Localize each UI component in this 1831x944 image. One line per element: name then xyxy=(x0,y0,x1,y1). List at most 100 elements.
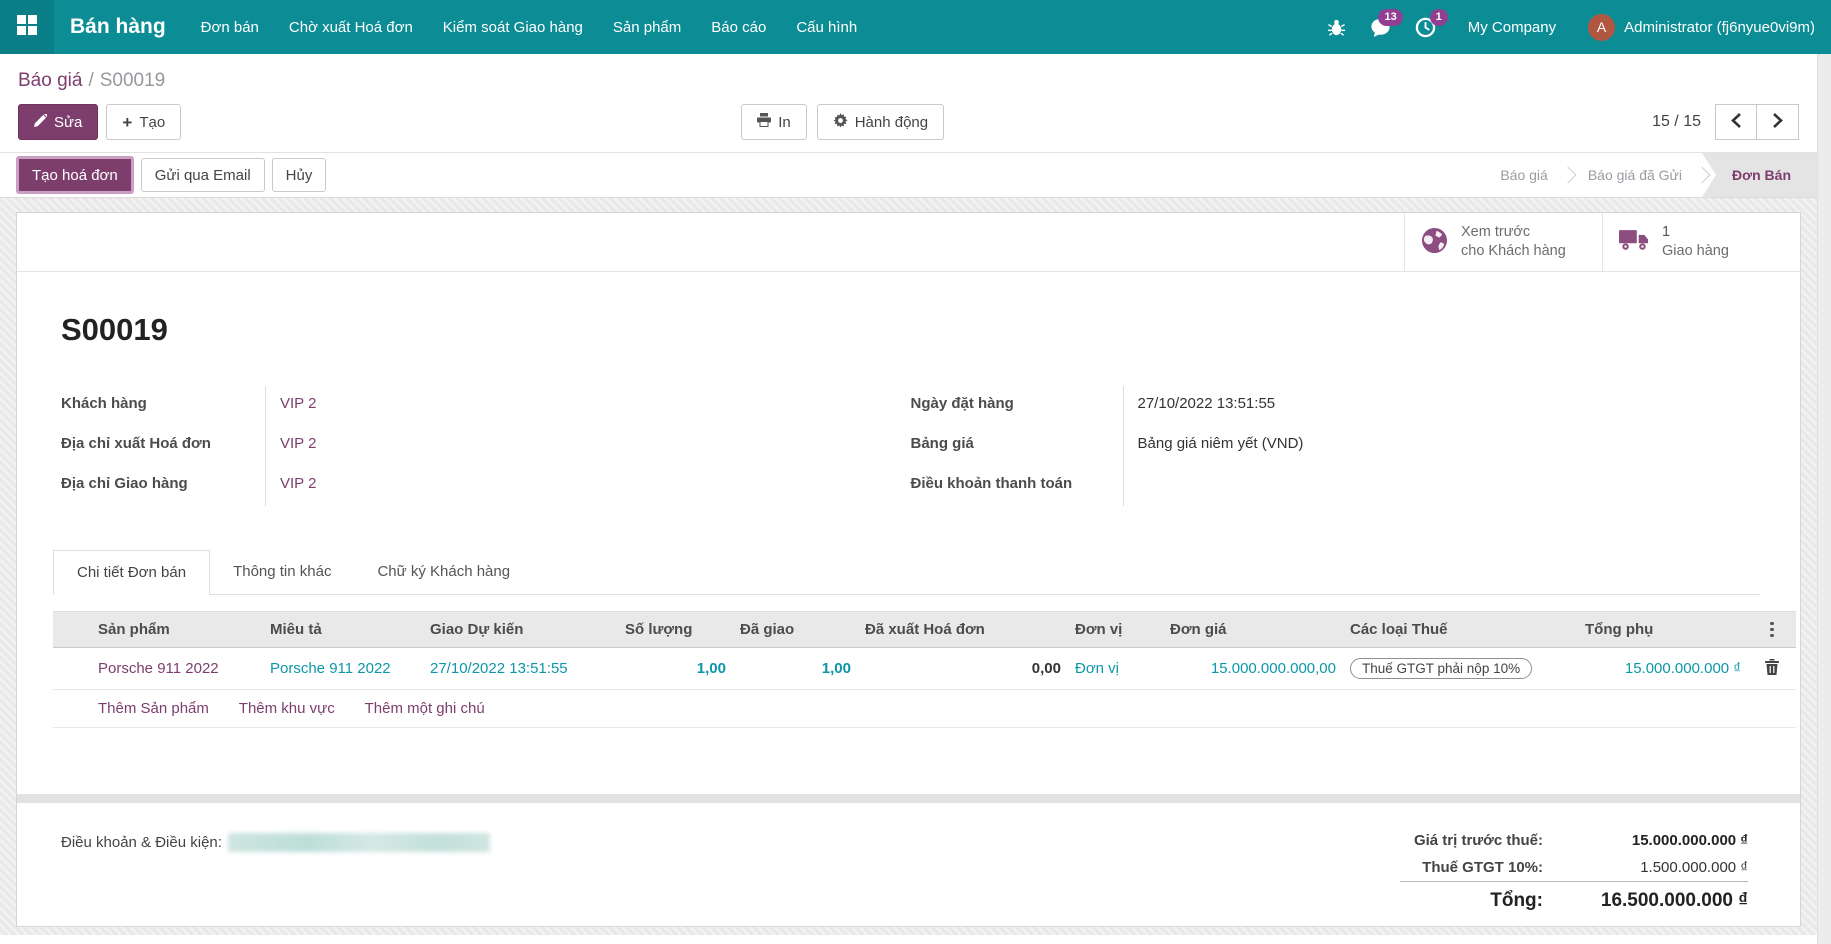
breadcrumb-quotations-link[interactable]: Báo giá xyxy=(18,70,82,91)
add-note-link[interactable]: Thêm một ghi chú xyxy=(365,700,485,717)
header-scheduled-date[interactable]: Giao Dự kiến xyxy=(423,611,618,648)
pager-next-button[interactable] xyxy=(1757,104,1799,140)
header-quantity[interactable]: Số lượng xyxy=(618,611,733,648)
header-subtotal[interactable]: Tổng phụ xyxy=(1578,611,1748,648)
header-delivered[interactable]: Đã giao xyxy=(733,611,858,648)
state-sales-order-active[interactable]: Đơn Bán xyxy=(1702,153,1817,197)
cancel-button[interactable]: Hủy xyxy=(271,158,327,192)
state-quotation[interactable]: Báo giá xyxy=(1480,153,1567,197)
user-menu[interactable]: A Administrator (fj6nyue0vi9m) xyxy=(1582,13,1821,41)
tax-amount-label: Thuế GTGT 10%: xyxy=(1422,859,1543,876)
menu-kiem-soat-giao-hang[interactable]: Kiểm soát Giao hàng xyxy=(428,0,598,54)
tax-badge: Thuế GTGT phải nộp 10% xyxy=(1350,658,1533,679)
field-value-customer[interactable]: VIP 2 xyxy=(265,386,685,426)
cell-subtotal[interactable]: 15.000.000.000 ₫ xyxy=(1578,647,1748,690)
kebab-menu-icon[interactable] xyxy=(1755,621,1789,638)
action-menu-button[interactable]: Hành động xyxy=(816,104,945,140)
field-label-payment-terms: Điều khoản thanh toán xyxy=(910,475,1073,492)
add-section-link[interactable]: Thêm khu vực xyxy=(239,700,335,717)
tab-other-info[interactable]: Thông tin khác xyxy=(210,550,354,594)
pager-counter: 15 / 15 xyxy=(1652,113,1701,130)
plus-icon: + xyxy=(122,112,133,132)
tab-order-lines[interactable]: Chi tiết Đơn bán xyxy=(53,550,211,595)
header-taxes[interactable]: Các loại Thuế xyxy=(1343,611,1578,648)
cell-delivered[interactable]: 1,00 xyxy=(733,647,858,690)
pencil-icon xyxy=(34,112,49,131)
menu-cau-hinh[interactable]: Cấu hình xyxy=(781,0,872,54)
untaxed-amount-value: 15.000.000.000 ₫ xyxy=(1631,832,1748,849)
menu-cho-xuat-hoa-don[interactable]: Chờ xuất Hoá đơn xyxy=(274,0,428,54)
cell-delete[interactable] xyxy=(1748,647,1796,690)
terms-attachment-redacted[interactable] xyxy=(227,833,490,852)
debug-bug-icon[interactable] xyxy=(1315,0,1358,54)
apps-grid-icon xyxy=(16,14,38,40)
order-line-row[interactable]: Porsche 911 2022 Porsche 911 2022 27/10/… xyxy=(53,647,1796,690)
field-label-delivery-address: Địa chỉ Giao hàng xyxy=(61,475,188,492)
cell-product[interactable]: Porsche 911 2022 xyxy=(91,647,263,690)
cell-scheduled-date[interactable]: 27/10/2022 13:51:55 xyxy=(423,647,618,690)
smart-button-box: Xem trước cho Khách hàng 1 Giao hàng xyxy=(17,213,1800,272)
app-name[interactable]: Bán hàng xyxy=(54,15,186,39)
cell-description[interactable]: Porsche 911 2022 xyxy=(263,647,423,690)
preview-label-line1: Xem trước xyxy=(1461,224,1531,241)
preview-label-line2: cho Khách hàng xyxy=(1461,243,1566,259)
messages-count-badge: 13 xyxy=(1378,9,1403,26)
breadcrumb-current: S00019 xyxy=(99,70,166,91)
pager-previous-button[interactable] xyxy=(1715,104,1757,140)
tax-amount-value: 1.500.000.000 ₫ xyxy=(1640,859,1748,876)
activities-count-badge: 1 xyxy=(1429,9,1448,26)
cell-uom[interactable]: Đơn vị xyxy=(1068,647,1163,690)
header-product[interactable]: Sản phẩm xyxy=(91,611,263,648)
menu-don-ban[interactable]: Đơn bán xyxy=(186,0,274,54)
delivery-label: Giao hàng xyxy=(1662,243,1729,259)
header-invoiced[interactable]: Đã xuất Hoá đơn xyxy=(858,611,1068,648)
header-unit-price[interactable]: Đơn giá xyxy=(1163,611,1343,648)
header-description[interactable]: Miêu tả xyxy=(263,611,423,648)
add-product-link[interactable]: Thêm Sản phẩm xyxy=(98,700,209,717)
statusbar: Tạo hoá đơn Gửi qua Email Hủy Báo giá Bá… xyxy=(0,152,1817,198)
cell-quantity[interactable]: 1,00 xyxy=(618,647,733,690)
order-lines-table: Sản phẩm Miêu tả Giao Dự kiến Số lượng Đ… xyxy=(53,611,1796,728)
notebook-tabs: Chi tiết Đơn bán Thông tin khác Chữ ký K… xyxy=(53,550,1760,595)
chevron-right-icon xyxy=(1772,112,1783,132)
create-invoice-button[interactable]: Tạo hoá đơn xyxy=(16,156,134,194)
form-view-background: Xem trước cho Khách hàng 1 Giao hàng S00… xyxy=(0,198,1817,935)
print-button[interactable]: In xyxy=(741,104,807,140)
customer-preview-smart-button[interactable]: Xem trước cho Khách hàng xyxy=(1404,213,1602,271)
breadcrumb-separator: / xyxy=(88,70,94,91)
trash-icon[interactable] xyxy=(1765,658,1779,679)
user-name: Administrator (fj6nyue0vi9m) xyxy=(1624,18,1815,36)
field-value-payment-terms[interactable] xyxy=(1122,466,1543,506)
field-value-invoice-address[interactable]: VIP 2 xyxy=(265,426,685,466)
company-switcher[interactable]: My Company xyxy=(1448,19,1582,36)
globe-icon xyxy=(1421,227,1448,258)
create-button[interactable]: + Tạo xyxy=(106,104,182,140)
field-group-right: Ngày đặt hàng 27/10/2022 13:51:55 Bảng g… xyxy=(911,386,1761,506)
gear-icon xyxy=(833,112,848,132)
field-label-pricelist: Bảng giá xyxy=(910,435,974,452)
apps-menu-button[interactable] xyxy=(0,0,54,54)
form-sheet: Xem trước cho Khách hàng 1 Giao hàng S00… xyxy=(16,212,1801,927)
messages-icon[interactable]: 13 xyxy=(1358,0,1403,54)
tab-customer-signature[interactable]: Chữ ký Khách hàng xyxy=(354,550,533,594)
edit-button[interactable]: Sửa xyxy=(18,104,99,140)
activities-clock-icon[interactable]: 1 xyxy=(1403,0,1448,54)
field-value-pricelist[interactable]: Bảng giá niêm yết (VND) xyxy=(1122,426,1543,466)
cell-unit-price[interactable]: 15.000.000.000,00 xyxy=(1163,647,1343,690)
delivery-smart-button[interactable]: 1 Giao hàng xyxy=(1602,213,1800,271)
menu-bao-cao[interactable]: Báo cáo xyxy=(696,0,781,54)
send-by-email-button[interactable]: Gửi qua Email xyxy=(140,158,265,192)
record-title: S00019 xyxy=(61,312,168,347)
truck-icon xyxy=(1619,228,1649,256)
printer-icon xyxy=(757,113,772,131)
header-options[interactable] xyxy=(1748,611,1796,648)
cell-invoiced[interactable]: 0,00 xyxy=(858,647,1068,690)
header-uom[interactable]: Đơn vị xyxy=(1068,611,1163,648)
state-quotation-sent[interactable]: Báo giá đã Gửi xyxy=(1568,153,1702,197)
row-handle[interactable] xyxy=(53,647,91,690)
field-value-order-date[interactable]: 27/10/2022 13:51:55 xyxy=(1122,386,1543,426)
cell-taxes[interactable]: Thuế GTGT phải nộp 10% xyxy=(1343,647,1578,690)
vertical-scrollbar[interactable] xyxy=(1817,54,1831,944)
field-value-delivery-address[interactable]: VIP 2 xyxy=(265,466,685,506)
menu-san-pham[interactable]: Sản phẩm xyxy=(598,0,696,54)
